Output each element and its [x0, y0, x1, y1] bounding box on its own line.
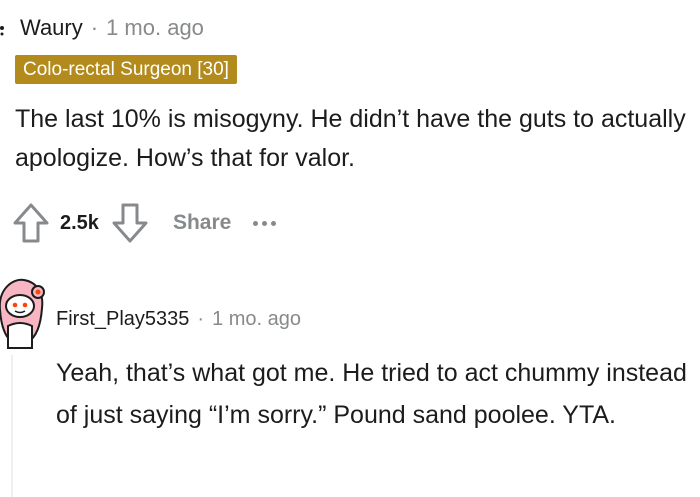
- user-flair: Colo-rectal Surgeon [30]: [15, 55, 237, 84]
- comment-actions: 2.5k Share: [12, 200, 277, 246]
- thread-line: [11, 355, 13, 497]
- comment-author[interactable]: Waury: [20, 15, 83, 41]
- reply-header: First_Play5335 · 1 mo. ago: [56, 305, 301, 333]
- vote-score: 2.5k: [60, 211, 99, 234]
- thread-indicator: [0, 24, 7, 36]
- comment-timestamp[interactable]: 1 mo. ago: [106, 15, 204, 41]
- meta-separator: ·: [90, 15, 99, 40]
- comment-body: The last 10% is misogyny. He didn’t have…: [15, 105, 686, 172]
- comment-header: Waury · 1 mo. ago: [20, 14, 204, 42]
- downvote-icon[interactable]: [111, 202, 149, 244]
- more-options-icon[interactable]: [253, 220, 277, 226]
- reply-timestamp[interactable]: 1 mo. ago: [212, 308, 301, 331]
- share-button[interactable]: Share: [173, 211, 231, 235]
- upvote-icon[interactable]: [12, 202, 50, 244]
- reply-body: Yeah, that’s what got me. He tried to ac…: [56, 359, 687, 429]
- meta-separator: ·: [197, 307, 205, 330]
- reply-author[interactable]: First_Play5335: [56, 308, 189, 331]
- user-avatar[interactable]: [0, 270, 46, 350]
